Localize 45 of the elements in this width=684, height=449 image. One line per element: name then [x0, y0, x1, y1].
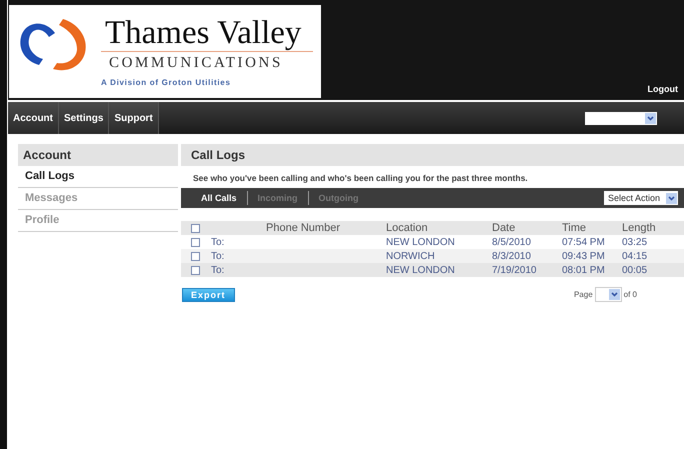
- row-checkbox[interactable]: [191, 266, 200, 274]
- action-dropdown[interactable]: Select Action: [604, 191, 678, 205]
- column-header: Time: [562, 222, 588, 234]
- table-cell-text: 00:05: [622, 264, 648, 276]
- column-header: Date: [492, 222, 516, 234]
- filter-tab[interactable]: All Calls: [191, 193, 247, 203]
- dropdown[interactable]: [585, 112, 657, 124]
- table-cell-text: 7/19/2010: [492, 264, 538, 276]
- table-cell-text: 07:54 PM: [562, 236, 606, 248]
- division-text: A Division of Groton Utilities: [101, 78, 232, 87]
- description-text: See who you've been calling and who's been calling you for the past three months.: [192, 172, 529, 185]
- nav-tab[interactable]: Settings: [59, 102, 110, 134]
- page-count: of 0: [624, 290, 637, 299]
- table-cell-text: NORWICH: [386, 250, 436, 262]
- table-cell-text: To:: [211, 264, 226, 276]
- company-name: Thames Valley: [104, 16, 302, 50]
- page-label: Page: [574, 290, 593, 299]
- select-all-checkbox[interactable]: [191, 224, 200, 232]
- table-cell-text: NEW LONDON: [386, 264, 456, 276]
- column-header: Phone Number: [266, 222, 341, 234]
- table-cell-text: 8/3/2010: [492, 250, 532, 262]
- nav-tab[interactable]: Support: [109, 102, 159, 134]
- nav-tab[interactable]: Account: [8, 102, 59, 134]
- table-cell-text: 09:43 PM: [562, 250, 606, 262]
- page-heading: Call Logs: [181, 144, 684, 166]
- caret-icon: [645, 112, 656, 124]
- company-subtitle: COMMUNICATIONS: [108, 55, 284, 72]
- page-dropdown[interactable]: [594, 287, 622, 302]
- row-checkbox[interactable]: [191, 238, 200, 246]
- table-cell-text: NEW LONDON: [386, 236, 456, 248]
- caret-icon: [666, 193, 677, 204]
- table-cell-text: To:: [211, 250, 226, 262]
- logout-link[interactable]: Logout: [648, 84, 678, 94]
- row-checkbox[interactable]: [191, 252, 200, 260]
- table-cell-text: 8/5/2010: [492, 236, 532, 248]
- table-cell-text: 08:01 PM: [562, 264, 606, 276]
- table-cell-text: 04:15: [622, 250, 648, 262]
- caret-icon: [608, 289, 620, 300]
- column-header: Location: [386, 222, 429, 234]
- column-header: Length: [622, 222, 657, 234]
- table-cell-text: To:: [211, 236, 226, 248]
- sidebar-heading: Account: [18, 144, 178, 166]
- dropdown-value: Select Action: [608, 193, 660, 203]
- table-cell-text: 03:25: [622, 236, 648, 248]
- sidebar-item[interactable]: Call Logs: [18, 166, 178, 188]
